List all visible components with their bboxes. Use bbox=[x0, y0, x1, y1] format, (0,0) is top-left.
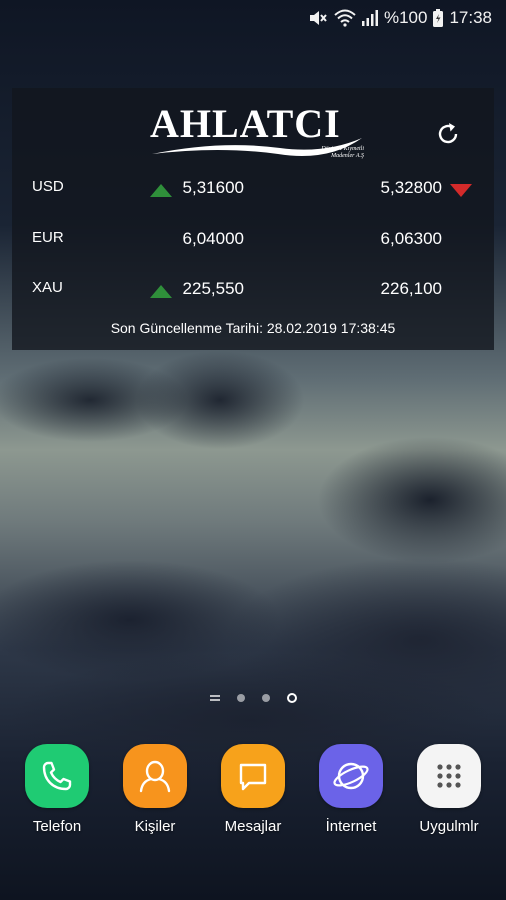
app-telefon[interactable]: Telefon bbox=[12, 744, 102, 835]
app-mesajlar[interactable]: Mesajlar bbox=[208, 744, 298, 835]
status-bar: %100 17:38 bbox=[0, 0, 506, 36]
refresh-icon bbox=[438, 123, 458, 144]
internet-icon bbox=[319, 744, 383, 808]
page-indicator-home[interactable] bbox=[209, 695, 220, 701]
sell-rate: 226,100 bbox=[380, 279, 442, 298]
app-label: Telefon bbox=[32, 818, 82, 835]
rate-row-xau: XAU 225,550 226,100 bbox=[12, 273, 494, 305]
logo-subtitle-line1: Döviz ve Kıymetli bbox=[321, 146, 364, 152]
mute-icon bbox=[308, 9, 328, 27]
wifi-icon bbox=[334, 9, 356, 27]
logo-subtitle-line2: Madenler A.Ş bbox=[331, 153, 364, 159]
rate-row-usd: USD 5,31600 5,32800 bbox=[12, 172, 494, 204]
sell-rate: 6,06300 bbox=[380, 229, 442, 248]
page-indicator[interactable] bbox=[0, 693, 506, 703]
exchange-rate-widget[interactable]: AHLATCI Döviz ve Kıymetli Madenler A.Ş U… bbox=[12, 88, 494, 350]
phone-icon bbox=[25, 744, 89, 808]
home-screen: %100 17:38 AHLATCI Döviz ve Kıymetli Mad… bbox=[0, 0, 506, 900]
refresh-button[interactable] bbox=[432, 118, 464, 150]
currency-code: USD bbox=[32, 178, 64, 195]
apps-grid-icon bbox=[417, 744, 481, 808]
buy-rate: 225,550 bbox=[182, 279, 244, 298]
buy-rate: 6,04000 bbox=[182, 229, 244, 248]
app-dock: Telefon Kişiler Mesajlar İnternet Uygulm… bbox=[0, 744, 506, 854]
app-label: Uygulmlr bbox=[419, 818, 479, 835]
messages-icon bbox=[221, 744, 285, 808]
currency-code: XAU bbox=[32, 279, 63, 296]
ahlatci-logo: AHLATCI Döviz ve Kıymetli Madenler A.Ş bbox=[150, 102, 370, 164]
last-update-text: Son Güncellenme Tarihi: 28.02.2019 17:38… bbox=[110, 320, 396, 336]
buy-rate: 5,31600 bbox=[182, 178, 244, 197]
battery-percent: %100 bbox=[383, 8, 428, 27]
currency-code: EUR bbox=[32, 229, 64, 246]
contacts-icon bbox=[123, 744, 187, 808]
app-label: İnternet bbox=[325, 818, 377, 835]
app-uygulamalar[interactable]: Uygulmlr bbox=[404, 744, 494, 835]
trend-down-icon bbox=[450, 184, 472, 197]
signal-icon bbox=[361, 10, 378, 26]
app-internet[interactable]: İnternet bbox=[306, 744, 396, 835]
app-kisiler[interactable]: Kişiler bbox=[110, 744, 200, 835]
rate-row-eur: EUR 6,04000 6,06300 bbox=[12, 223, 494, 255]
page-indicator-dot[interactable] bbox=[236, 694, 245, 702]
app-label: Kişiler bbox=[134, 818, 176, 835]
logo-subtitle: Döviz ve Kıymetli Madenler A.Ş bbox=[321, 146, 364, 160]
sell-rate: 5,32800 bbox=[380, 178, 442, 197]
app-label: Mesajlar bbox=[224, 818, 282, 835]
battery-icon bbox=[433, 9, 444, 27]
page-indicator-current[interactable] bbox=[286, 693, 297, 703]
clock: 17:38 bbox=[449, 8, 492, 27]
page-indicator-dot[interactable] bbox=[261, 694, 270, 702]
